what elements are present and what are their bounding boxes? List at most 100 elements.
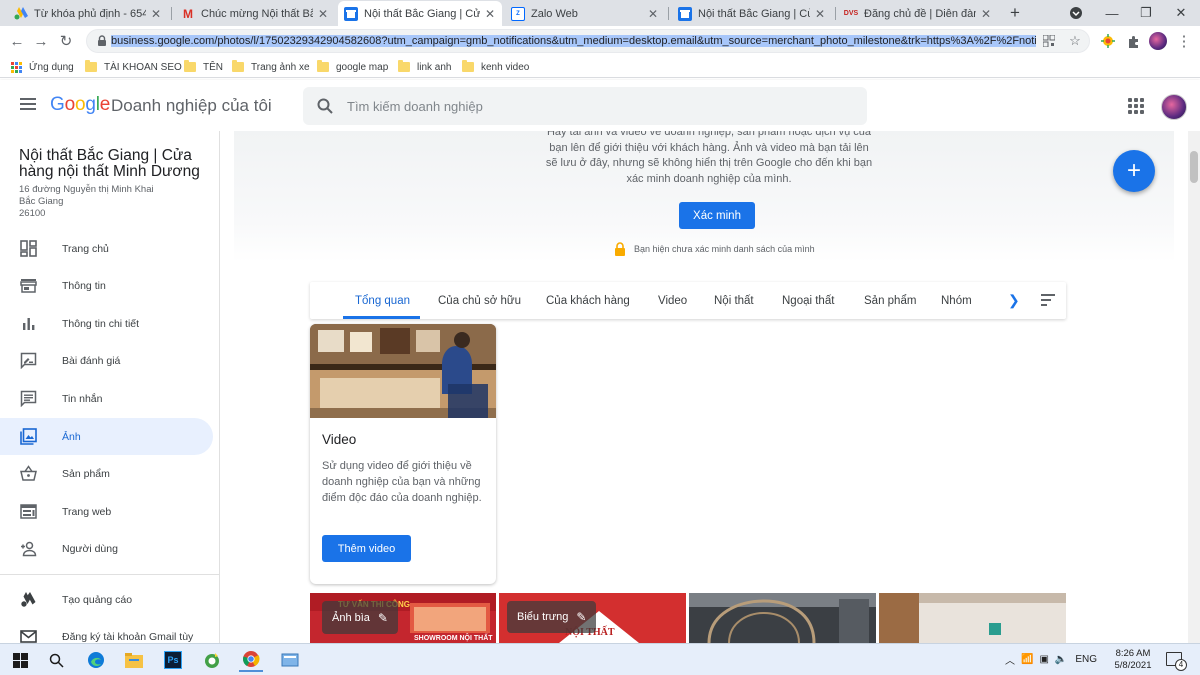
add-video-button[interactable]: Thêm video: [322, 535, 411, 562]
sidebar-item-create-ad[interactable]: Tạo quảng cáo: [0, 581, 213, 618]
tab-exterior[interactable]: Ngoại thất: [782, 282, 834, 319]
business-search-box[interactable]: [303, 87, 867, 125]
page-scrollbar[interactable]: [1188, 131, 1200, 643]
bookmark-folder[interactable]: TÀI KHOAN SEO: [85, 59, 182, 75]
display-icon[interactable]: ▣: [1039, 654, 1048, 665]
photo-thumbnail-logo[interactable]: NỘI THẤT Biểu trưng✎: [499, 593, 686, 643]
photoshop-icon[interactable]: Ps: [161, 648, 185, 672]
sidebar-item-info[interactable]: Thông tin: [0, 267, 213, 304]
forward-button[interactable]: →: [32, 32, 50, 50]
hamburger-menu-icon[interactable]: [18, 95, 38, 115]
basket-icon: [20, 465, 37, 481]
close-tab-icon[interactable]: ✕: [980, 7, 992, 21]
tab-by-customers[interactable]: Của khách hàng: [546, 282, 630, 319]
profile-avatar[interactable]: [1149, 32, 1167, 50]
pencil-icon[interactable]: ✎: [576, 610, 586, 624]
volume-icon[interactable]: 🔈: [1055, 654, 1067, 665]
browser-tab-gmb-2[interactable]: Nội thất Bắc Giang | Cửa hà ✕: [672, 1, 832, 26]
bookmark-folder[interactable]: Trang ảnh xe: [232, 59, 310, 75]
browser-tab-gmail[interactable]: M Chúc mừng Nội thất Bắc Gi ✕: [175, 1, 335, 26]
verify-button[interactable]: Xác minh: [679, 202, 755, 229]
back-button[interactable]: ←: [8, 32, 26, 50]
product-title[interactable]: Doanh nghiệp của tôi: [111, 96, 272, 116]
sidebar-item-gmail-signup[interactable]: Đăng ký tài khoản Gmail tùy: [0, 618, 213, 643]
search-icon[interactable]: [44, 648, 68, 672]
language-indicator[interactable]: ENG: [1075, 654, 1097, 665]
address-bar[interactable]: business.google.com/photos/l/17502329342…: [86, 29, 1090, 53]
browser-menu-icon[interactable]: ⋮: [1175, 32, 1193, 50]
message-icon: [20, 390, 37, 407]
new-tab-button[interactable]: +: [998, 0, 1032, 26]
chrome-icon[interactable]: [239, 648, 263, 672]
restore-icon[interactable]: ❐: [1129, 0, 1163, 26]
sidebar-item-users[interactable]: Người dùng: [0, 530, 213, 567]
network-icon[interactable]: 📶: [1021, 654, 1033, 665]
cover-photo-label[interactable]: Ảnh bìa ✎: [322, 601, 398, 634]
sidebar-item-messages[interactable]: Tin nhắn: [0, 380, 213, 417]
photo-thumbnail[interactable]: [879, 593, 1066, 643]
tab-products[interactable]: Sản phẩm: [864, 282, 916, 319]
sidebar-item-products[interactable]: Sản phẩm: [0, 455, 213, 492]
tab-team[interactable]: Nhóm: [941, 282, 972, 319]
edge-browser-icon[interactable]: [84, 648, 108, 672]
chevron-right-icon[interactable]: ❯: [1008, 292, 1020, 309]
url-text[interactable]: business.google.com/photos/l/17502329342…: [111, 33, 1036, 50]
sort-icon[interactable]: [1041, 294, 1055, 306]
scrollbar-thumb[interactable]: [1190, 151, 1198, 183]
photo-thumbnail-cover[interactable]: TƯ VẤN THI CÔNG SHOWROOM NỘI THẤT Ảnh bì…: [310, 593, 496, 643]
photo-thumbnail[interactable]: [689, 593, 876, 643]
reload-button[interactable]: ↻: [57, 32, 75, 50]
sidebar-item-reviews[interactable]: Bài đánh giá: [0, 342, 213, 379]
app-header: Google Doanh nghiệp của tôi: [0, 80, 1200, 131]
pencil-icon[interactable]: ✎: [378, 611, 388, 625]
windows-start-icon[interactable]: [8, 648, 32, 672]
extensions-puzzle-icon[interactable]: [1124, 32, 1142, 50]
tab-interior[interactable]: Nội thất: [714, 282, 754, 319]
account-avatar[interactable]: [1161, 94, 1187, 120]
qr-code-icon[interactable]: [1040, 32, 1058, 50]
close-tab-icon[interactable]: ✕: [814, 7, 826, 21]
sidebar-item-home[interactable]: Trang chủ: [0, 230, 213, 267]
close-tab-icon[interactable]: ✕: [484, 7, 496, 21]
desktop-app-icon[interactable]: [278, 648, 302, 672]
coccoc-browser-icon[interactable]: [200, 648, 224, 672]
google-logo[interactable]: Google: [50, 94, 110, 116]
sidebar-item-website[interactable]: Trang web: [0, 493, 213, 530]
google-ads-icon: [14, 7, 28, 21]
close-tab-icon[interactable]: ✕: [150, 7, 162, 21]
tab-by-owner[interactable]: Của chủ sở hữu: [438, 282, 521, 319]
browser-tab-google-ads[interactable]: Từ khóa phủ định - 654-687 ✕: [8, 1, 168, 26]
close-tab-icon[interactable]: ✕: [647, 7, 659, 21]
not-verified-text: Bạn hiện chưa xác minh danh sách của mìn…: [634, 244, 815, 254]
search-input[interactable]: [347, 96, 847, 116]
sidebar-item-label: Trang chủ: [62, 242, 109, 255]
bookmark-folder[interactable]: TÊN: [184, 59, 223, 75]
bookmark-apps[interactable]: Ứng dụng: [11, 59, 74, 75]
tab-video[interactable]: Video: [658, 282, 687, 319]
minimize-icon[interactable]: —: [1095, 0, 1129, 26]
logo-label[interactable]: Biểu trưng ✎: [507, 601, 597, 633]
bookmark-star-icon[interactable]: ☆: [1066, 32, 1084, 50]
browser-tab-zalo[interactable]: Z Zalo Web ✕: [505, 1, 665, 26]
taskbar-clock[interactable]: 8:26 AM 5/8/2021: [1112, 648, 1154, 672]
notification-center-icon[interactable]: 4: [1166, 652, 1187, 671]
add-photo-fab[interactable]: +: [1113, 150, 1155, 192]
sidebar-item-label: Sản phẩm: [62, 467, 110, 480]
bookmark-folder[interactable]: link anh: [398, 59, 451, 75]
google-apps-icon[interactable]: [1128, 98, 1144, 114]
file-explorer-icon[interactable]: [122, 648, 146, 672]
tab-search-button[interactable]: [1059, 0, 1093, 26]
sidebar-item-photos[interactable]: Ảnh: [0, 418, 213, 455]
browser-tab-seo-forum[interactable]: DVS Đăng chủ đề | Diễn đàn SEO ✕: [838, 1, 998, 26]
tab-overview[interactable]: Tổng quan: [355, 282, 410, 319]
chevron-up-icon[interactable]: ︿: [1005, 652, 1015, 667]
browser-tab-gmb-active[interactable]: Nội thất Bắc Giang | Cửa hà ✕: [338, 1, 502, 26]
banner-line: xác minh doanh nghiệp của mình.: [626, 172, 792, 185]
close-tab-icon[interactable]: ✕: [317, 7, 329, 21]
extension-icon[interactable]: [1099, 32, 1117, 50]
close-window-icon[interactable]: ✕: [1164, 0, 1198, 26]
sidebar-item-insights[interactable]: Thông tin chi tiết: [0, 305, 213, 342]
bookmark-folder[interactable]: google map: [317, 59, 388, 75]
notification-count: 4: [1175, 659, 1187, 671]
bookmark-folder[interactable]: kenh video: [462, 59, 529, 75]
